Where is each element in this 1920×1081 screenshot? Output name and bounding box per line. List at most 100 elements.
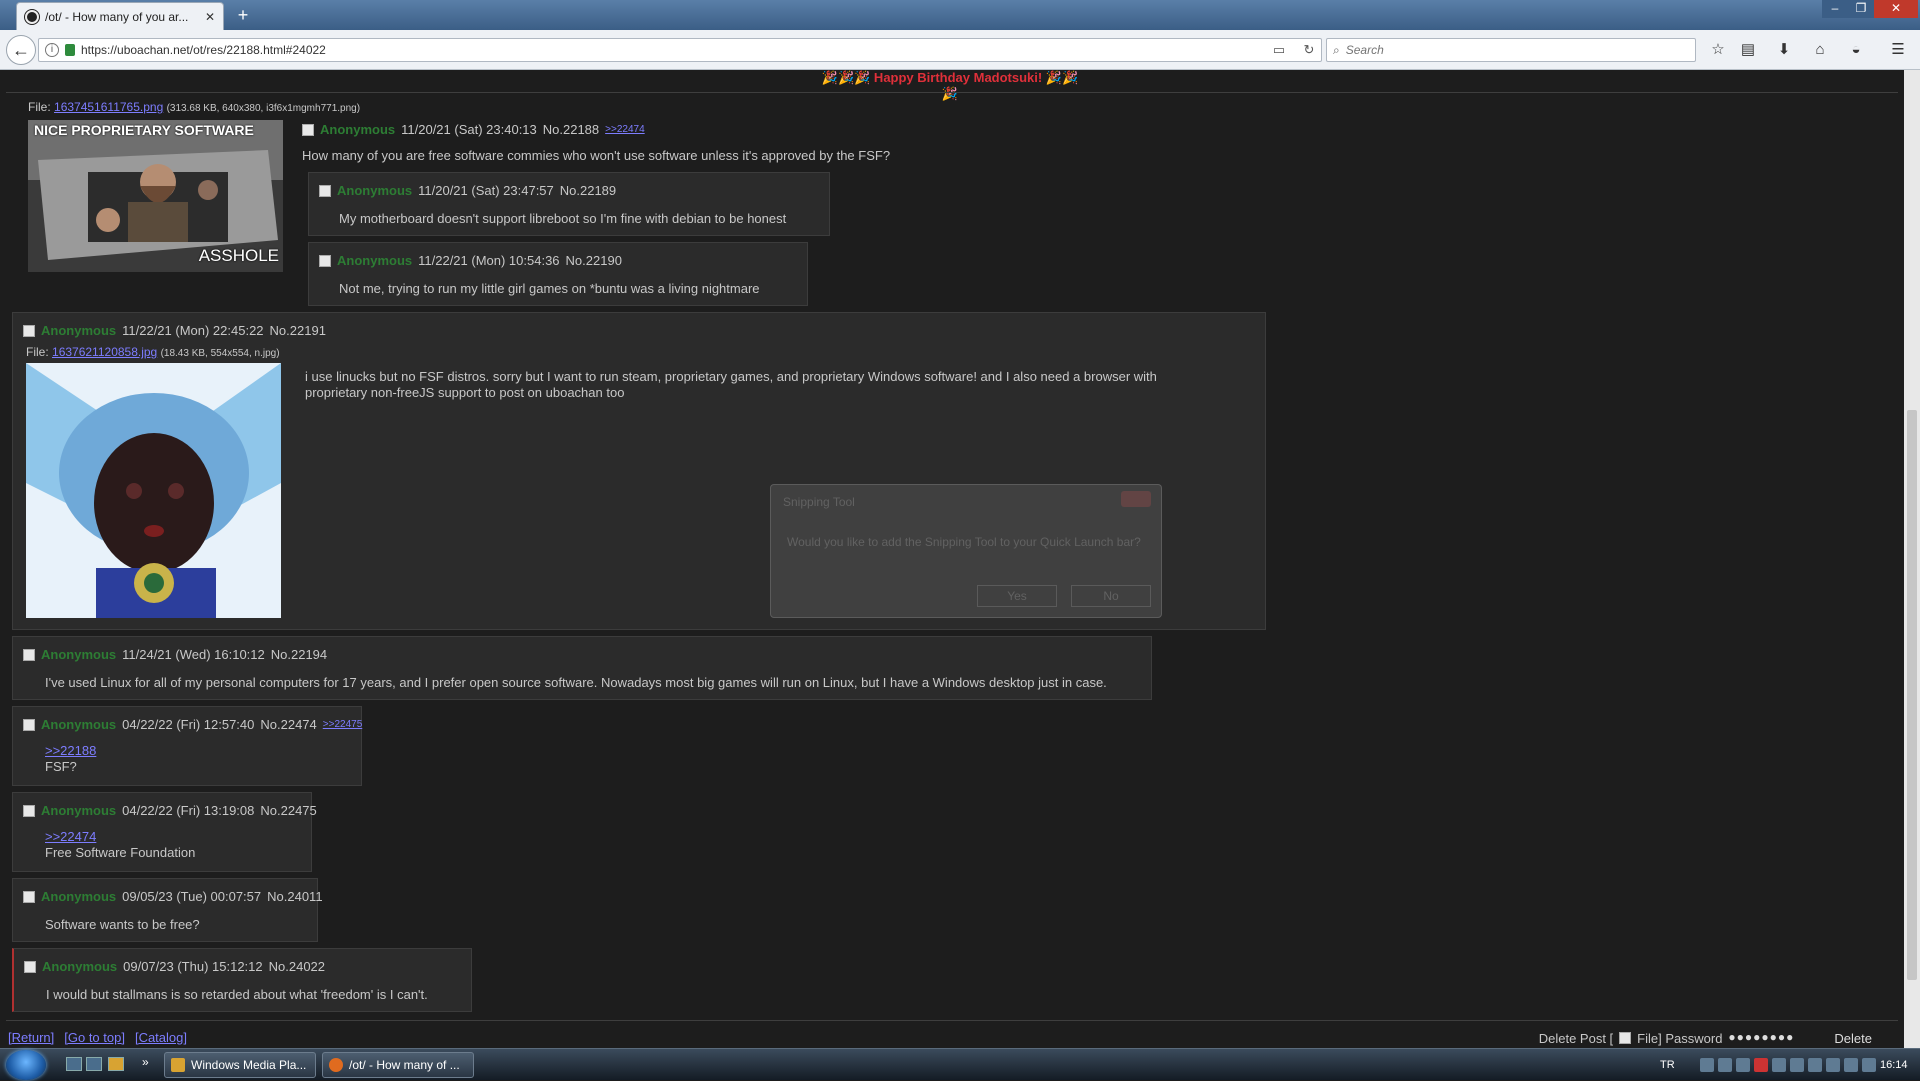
search-input[interactable] <box>1345 43 1666 57</box>
tray-icon[interactable] <box>1808 1058 1822 1072</box>
post-number[interactable]: No.22474 <box>260 717 316 732</box>
post-number[interactable]: No.22475 <box>260 803 316 818</box>
reply-post: Anonymous 11/24/21 (Wed) 16:10:12 No.221… <box>12 636 1152 700</box>
reply-image[interactable] <box>26 363 281 618</box>
reload-icon[interactable]: ↻ <box>1297 42 1321 58</box>
new-tab-button[interactable]: + <box>232 4 254 26</box>
url-text[interactable]: https://uboachan.net/ot/res/22188.html#2… <box>81 43 1261 57</box>
menu-icon[interactable]: ☰ <box>1886 40 1910 60</box>
clock-time: 16:14 <box>1880 1059 1908 1071</box>
op-file-link[interactable]: 1637451611765.png <box>54 100 163 114</box>
taskbar-item[interactable]: Windows Media Pla... <box>164 1052 316 1078</box>
browser-tab[interactable]: /ot/ - How many of you ar... ✕ <box>16 2 224 30</box>
quote-link[interactable]: >>22474 <box>45 829 96 844</box>
reply-post: Anonymous 11/20/21 (Sat) 23:47:57 No.221… <box>308 172 830 236</box>
home-icon[interactable]: ⌂ <box>1808 40 1832 60</box>
faded-dialog: Snipping Tool Would you like to add the … <box>770 484 1162 618</box>
catalog-link[interactable]: [Catalog] <box>135 1030 187 1045</box>
reply-checkbox[interactable] <box>23 890 35 903</box>
tray-icon[interactable] <box>1700 1058 1714 1072</box>
start-button[interactable] <box>6 1050 46 1080</box>
delete-post-form: Delete Post [ File] Password ●●●●●●●● De… <box>1539 1030 1876 1046</box>
op-image[interactable]: NICE PROPRIETARY SOFTWARE ASSHOLE <box>28 120 283 272</box>
password-field[interactable]: ●●●●●●●● <box>1728 1030 1825 1046</box>
reader-view-icon[interactable]: ▭ <box>1267 42 1291 58</box>
explorer-icon[interactable] <box>86 1057 102 1071</box>
post-number[interactable]: No.22191 <box>270 323 326 338</box>
poster-name: Anonymous <box>41 889 117 904</box>
search-icon: ⌕ <box>1333 42 1340 57</box>
lock-icon <box>65 44 75 56</box>
reply-file-link[interactable]: 1637621120858.jpg <box>52 345 157 359</box>
reply-body: i use linucks but no FSF distros. sorry … <box>305 369 1157 401</box>
return-link[interactable]: [Return] <box>8 1030 54 1045</box>
reply-checkbox[interactable] <box>24 960 36 973</box>
tray-icon[interactable] <box>1772 1058 1786 1072</box>
show-desktop-icon[interactable] <box>66 1057 82 1071</box>
post-date: 11/24/21 (Wed) 16:10:12 <box>122 647 265 662</box>
back-button[interactable]: ← <box>6 35 36 65</box>
reply-body: Not me, trying to run my little girl gam… <box>339 281 760 296</box>
tray-icon[interactable] <box>1790 1058 1804 1072</box>
post-number[interactable]: No.24022 <box>269 959 325 974</box>
close-window-button[interactable]: ✕ <box>1874 0 1918 18</box>
quote-link[interactable]: >>22188 <box>45 743 96 758</box>
reply-header: Anonymous 11/22/21 (Mon) 10:54:36 No.221… <box>319 253 622 268</box>
post-number[interactable]: No.22194 <box>271 647 327 662</box>
language-indicator[interactable]: TR <box>1660 1059 1675 1071</box>
clock[interactable]: 16:14 <box>1880 1049 1908 1081</box>
poster-name: Anonymous <box>337 183 413 198</box>
tray-icon[interactable] <box>1754 1058 1768 1072</box>
reply-backlink[interactable]: >>22475 <box>323 719 363 730</box>
reply-checkbox[interactable] <box>319 184 331 197</box>
reply-checkbox[interactable] <box>23 718 35 731</box>
volume-icon[interactable] <box>1862 1058 1876 1072</box>
site-info-icon[interactable]: i <box>45 43 59 57</box>
reply-body: My motherboard doesn't support libreboot… <box>339 211 787 226</box>
reply-checkbox[interactable] <box>319 254 331 267</box>
post-number[interactable]: No.22189 <box>560 183 616 198</box>
post-date: 09/07/23 (Thu) 15:12:12 <box>123 959 263 974</box>
post-number[interactable]: No.22190 <box>566 253 622 268</box>
faded-no-button: No <box>1071 585 1151 607</box>
reply-checkbox[interactable] <box>23 648 35 661</box>
address-bar[interactable]: i https://uboachan.net/ot/res/22188.html… <box>38 38 1322 62</box>
library-icon[interactable]: ▤ <box>1736 40 1760 60</box>
maximize-button[interactable]: ❐ <box>1848 0 1874 18</box>
pocket-icon[interactable]: ◒ <box>1844 40 1868 60</box>
download-icon[interactable]: ⬇ <box>1772 40 1796 60</box>
file-only-checkbox[interactable] <box>1619 1032 1632 1044</box>
poster-name: Anonymous <box>41 323 117 338</box>
reply-file-meta: (18.43 KB, 554x554, n.jpg) <box>160 348 280 359</box>
tray-icon[interactable] <box>1736 1058 1750 1072</box>
site-favicon-icon <box>25 9 39 24</box>
op-backlink[interactable]: >>22474 <box>605 124 645 135</box>
tray-icon[interactable] <box>1718 1058 1732 1072</box>
taskbar-item[interactable]: /ot/ - How many of ... <box>322 1052 474 1078</box>
post-number[interactable]: No.24011 <box>267 889 322 904</box>
file-label: File: <box>26 345 53 359</box>
network-icon[interactable] <box>1844 1058 1858 1072</box>
post-number[interactable]: No.22188 <box>543 122 599 137</box>
search-box[interactable]: ⌕ <box>1326 38 1696 62</box>
scrollbar-thumb[interactable] <box>1907 410 1917 980</box>
reply-body-line: i use linucks but no FSF distros. sorry … <box>305 369 1157 384</box>
star-icon[interactable]: ☆ <box>1706 40 1730 60</box>
system-tray: TR <box>1660 1049 1675 1081</box>
tray-icon[interactable] <box>1826 1058 1840 1072</box>
media-player-icon[interactable] <box>108 1057 124 1071</box>
back-arrow-icon: ← <box>12 40 30 60</box>
bottom-divider <box>6 1020 1898 1021</box>
reply-checkbox[interactable] <box>23 324 35 337</box>
page-scrollbar[interactable] <box>1904 70 1920 1048</box>
op-checkbox[interactable] <box>302 123 314 136</box>
delete-button[interactable]: Delete <box>1830 1031 1876 1046</box>
reply-post: Anonymous 11/22/21 (Mon) 10:54:36 No.221… <box>308 242 808 306</box>
quicklaunch-chevron-icon[interactable]: » <box>142 1055 149 1069</box>
reply-header: Anonymous 11/22/21 (Mon) 22:45:22 No.221… <box>23 323 326 338</box>
minimize-button[interactable]: – <box>1822 0 1848 18</box>
go-to-top-link[interactable]: [Go to top] <box>64 1030 125 1045</box>
reply-checkbox[interactable] <box>23 804 35 817</box>
tab-close-icon[interactable]: ✕ <box>205 10 215 24</box>
poster-name: Anonymous <box>42 959 118 974</box>
